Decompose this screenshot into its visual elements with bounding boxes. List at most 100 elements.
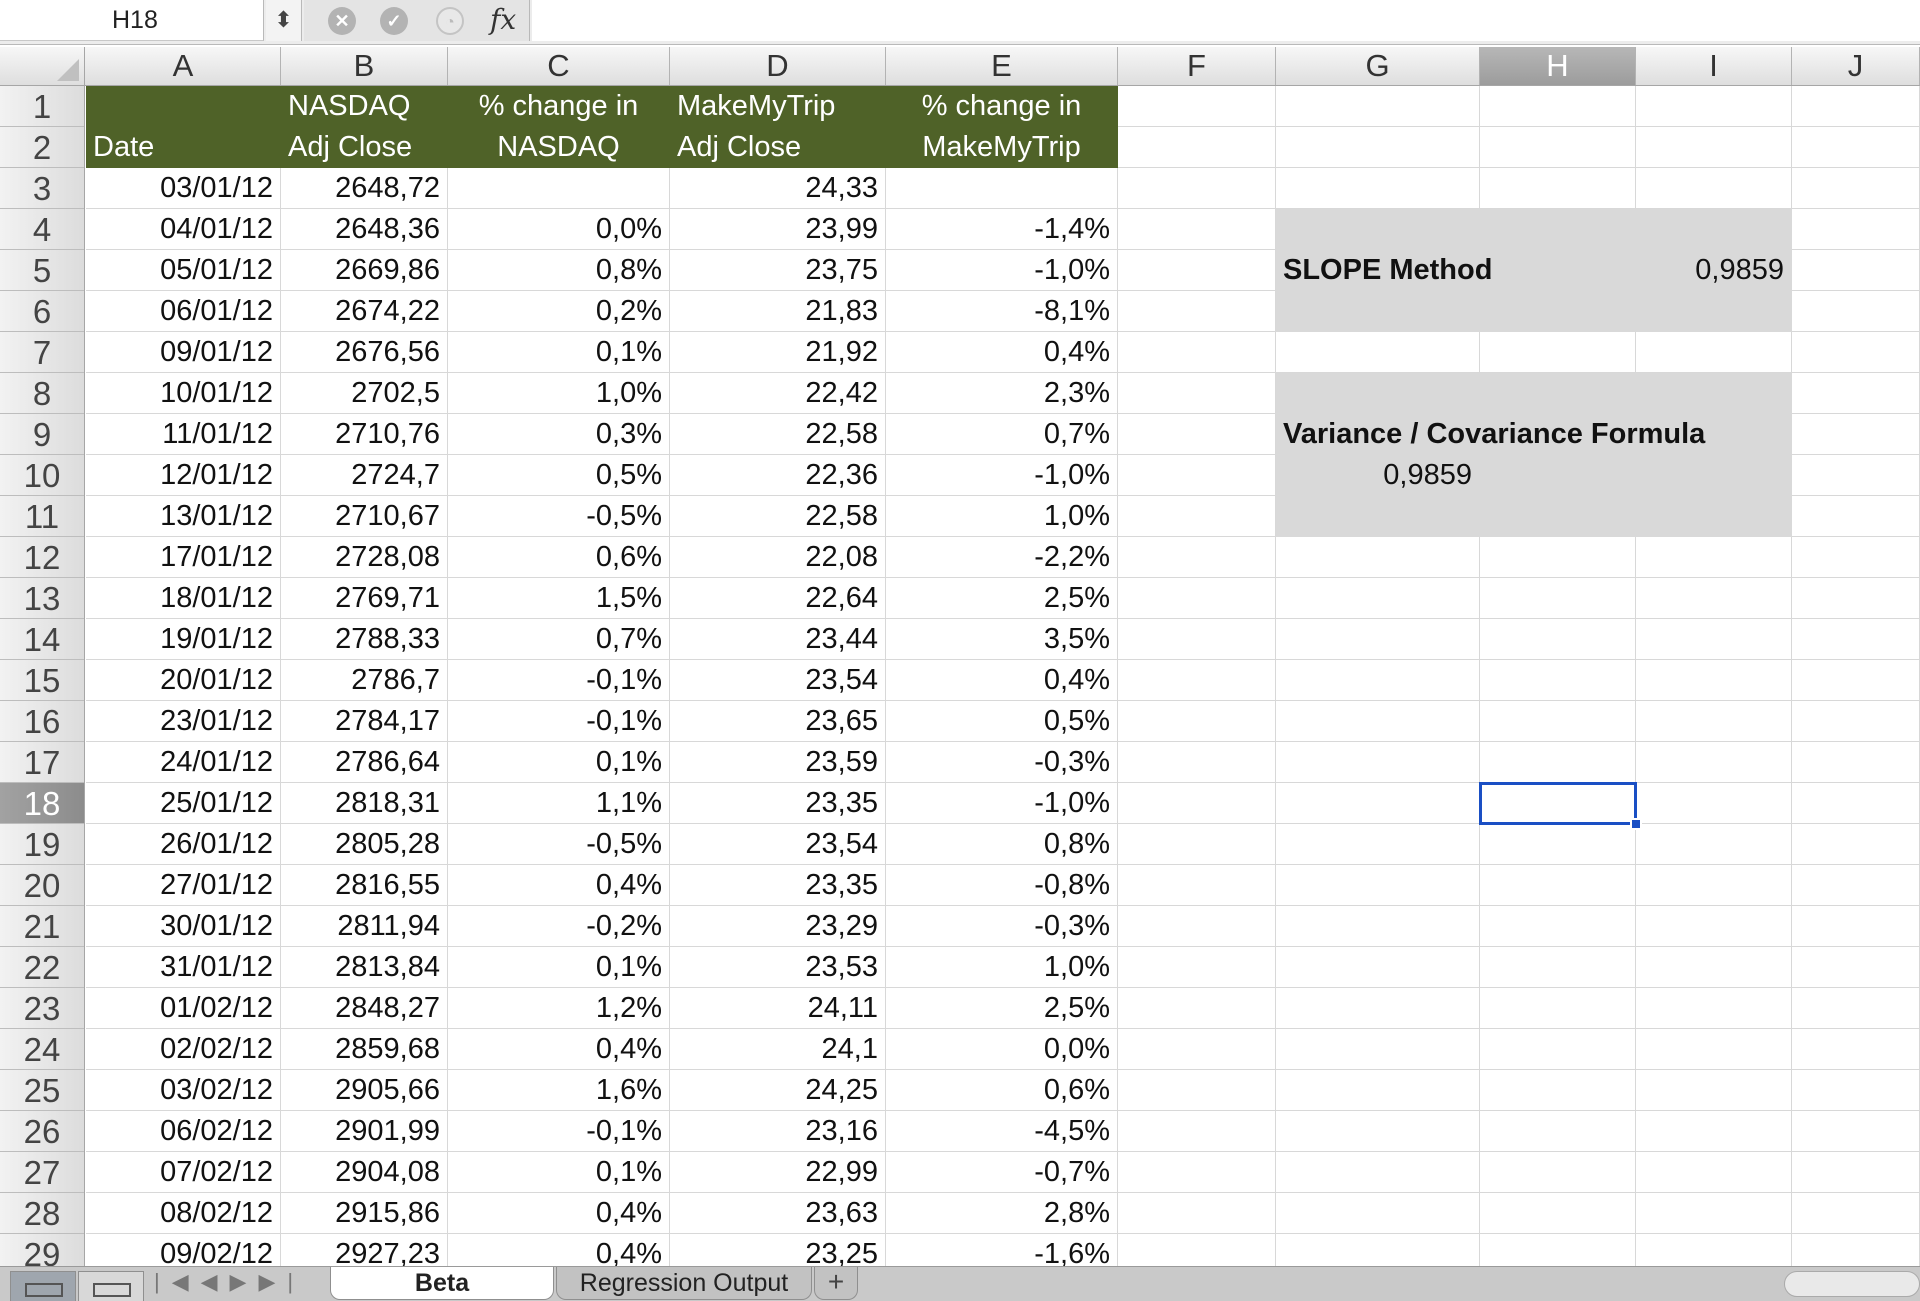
empty-cell[interactable] <box>1118 660 1276 701</box>
empty-cell[interactable] <box>1792 455 1920 496</box>
empty-cell[interactable] <box>1792 701 1920 742</box>
data-cell-c[interactable]: 1,1% <box>448 783 670 824</box>
empty-cell[interactable] <box>1118 906 1276 947</box>
data-cell-e[interactable]: -1,6% <box>886 1234 1118 1266</box>
empty-cell[interactable] <box>1636 906 1792 947</box>
empty-cell[interactable] <box>1276 947 1480 988</box>
data-cell-a[interactable]: 02/02/12 <box>86 1029 281 1070</box>
empty-cell[interactable] <box>1792 373 1920 414</box>
result-block-row[interactable] <box>1276 496 1792 537</box>
data-cell-a[interactable]: 11/01/12 <box>86 414 281 455</box>
column-header-c[interactable]: C <box>448 47 670 85</box>
row-header-6[interactable]: 6 <box>0 291 84 332</box>
data-cell-e[interactable]: -0,3% <box>886 742 1118 783</box>
row-header-18[interactable]: 18 <box>0 783 84 824</box>
empty-cell[interactable] <box>1792 988 1920 1029</box>
empty-cell[interactable] <box>1118 250 1276 291</box>
data-cell-c[interactable]: 0,5% <box>448 455 670 496</box>
empty-cell[interactable] <box>1480 86 1636 127</box>
data-cell-e[interactable]: 2,5% <box>886 988 1118 1029</box>
data-cell-c[interactable] <box>448 168 670 209</box>
data-cell-c[interactable]: 0,4% <box>448 865 670 906</box>
row-header-23[interactable]: 23 <box>0 988 84 1029</box>
data-cell-a[interactable]: 03/02/12 <box>86 1070 281 1111</box>
data-cell-d[interactable]: 23,53 <box>670 947 886 988</box>
slope-method-value[interactable]: 0,9859 <box>1636 250 1792 291</box>
empty-cell[interactable] <box>1118 1193 1276 1234</box>
empty-cell[interactable] <box>1276 1193 1480 1234</box>
empty-cell[interactable] <box>1636 824 1792 865</box>
empty-cell[interactable] <box>1276 988 1480 1029</box>
tab-regression-output[interactable]: Regression Output <box>556 1267 812 1300</box>
formula-input[interactable] <box>532 0 1920 41</box>
data-cell-b[interactable]: 2784,17 <box>281 701 448 742</box>
data-cell-c[interactable]: 0,4% <box>448 1193 670 1234</box>
data-cell-a[interactable]: 09/01/12 <box>86 332 281 373</box>
data-cell-c[interactable]: 0,6% <box>448 537 670 578</box>
empty-cell[interactable] <box>1792 865 1920 906</box>
empty-cell[interactable] <box>1276 537 1480 578</box>
column-header-h[interactable]: H <box>1480 47 1636 85</box>
empty-cell[interactable] <box>1118 1111 1276 1152</box>
data-cell-b[interactable]: 2786,7 <box>281 660 448 701</box>
data-cell-c[interactable]: 0,3% <box>448 414 670 455</box>
empty-cell[interactable] <box>1118 947 1276 988</box>
empty-cell[interactable] <box>1118 373 1276 414</box>
empty-cell[interactable] <box>1636 1111 1792 1152</box>
row-header-20[interactable]: 20 <box>0 865 84 906</box>
data-cell-b[interactable]: 2859,68 <box>281 1029 448 1070</box>
empty-cell[interactable] <box>1636 865 1792 906</box>
data-cell-c[interactable]: -0,1% <box>448 701 670 742</box>
empty-cell[interactable] <box>1480 1234 1636 1266</box>
data-cell-b[interactable]: 2901,99 <box>281 1111 448 1152</box>
empty-cell[interactable] <box>1792 1070 1920 1111</box>
variance-covariance-label[interactable]: Variance / Covariance Formula <box>1276 414 1792 455</box>
empty-cell[interactable] <box>1792 537 1920 578</box>
data-cell-d[interactable]: 22,58 <box>670 414 886 455</box>
empty-cell[interactable] <box>1118 701 1276 742</box>
row-header-10[interactable]: 10 <box>0 455 84 496</box>
data-cell-e[interactable]: -2,2% <box>886 537 1118 578</box>
empty-cell[interactable] <box>1276 619 1480 660</box>
empty-cell[interactable] <box>1480 660 1636 701</box>
data-cell-d[interactable]: 22,64 <box>670 578 886 619</box>
data-cell-a[interactable]: 20/01/12 <box>86 660 281 701</box>
data-cell-c[interactable]: -0,1% <box>448 660 670 701</box>
data-cell-a[interactable]: 06/01/12 <box>86 291 281 332</box>
function-wizard-icon[interactable]: ◔ <box>436 7 464 35</box>
empty-cell[interactable] <box>1792 1193 1920 1234</box>
data-cell-b[interactable]: 2788,33 <box>281 619 448 660</box>
data-cell-c[interactable]: 1,5% <box>448 578 670 619</box>
data-cell-a[interactable]: 07/02/12 <box>86 1152 281 1193</box>
data-cell-e[interactable]: 0,6% <box>886 1070 1118 1111</box>
row-header-17[interactable]: 17 <box>0 742 84 783</box>
row-header-14[interactable]: 14 <box>0 619 84 660</box>
data-cell-b[interactable]: 2805,28 <box>281 824 448 865</box>
empty-cell[interactable] <box>1480 168 1636 209</box>
data-cell-c[interactable]: 1,0% <box>448 373 670 414</box>
data-cell-e[interactable]: 1,0% <box>886 496 1118 537</box>
data-cell-e[interactable]: 1,0% <box>886 947 1118 988</box>
data-cell-b[interactable]: 2674,22 <box>281 291 448 332</box>
tab-beta-calculation[interactable]: Beta Calculation <box>330 1267 554 1300</box>
empty-cell[interactable] <box>1792 209 1920 250</box>
data-cell-e[interactable]: 0,5% <box>886 701 1118 742</box>
data-cell-a[interactable]: 04/01/12 <box>86 209 281 250</box>
row-header-25[interactable]: 25 <box>0 1070 84 1111</box>
data-cell-a[interactable]: 19/01/12 <box>86 619 281 660</box>
empty-cell[interactable] <box>1118 537 1276 578</box>
column-header-e[interactable]: E <box>886 47 1118 85</box>
empty-cell[interactable] <box>1480 1111 1636 1152</box>
variance-covariance-value[interactable]: 0,9859 <box>1276 455 1480 496</box>
empty-cell[interactable] <box>1636 619 1792 660</box>
data-cell-b[interactable]: 2728,08 <box>281 537 448 578</box>
empty-cell[interactable] <box>1276 783 1480 824</box>
data-cell-e[interactable]: -1,0% <box>886 783 1118 824</box>
empty-cell[interactable] <box>1118 332 1276 373</box>
empty-cell[interactable] <box>1792 332 1920 373</box>
data-cell-a[interactable]: 24/01/12 <box>86 742 281 783</box>
empty-cell[interactable] <box>1636 537 1792 578</box>
data-cell-e[interactable]: 0,8% <box>886 824 1118 865</box>
empty-cell[interactable] <box>1480 578 1636 619</box>
data-cell-e[interactable]: 2,3% <box>886 373 1118 414</box>
